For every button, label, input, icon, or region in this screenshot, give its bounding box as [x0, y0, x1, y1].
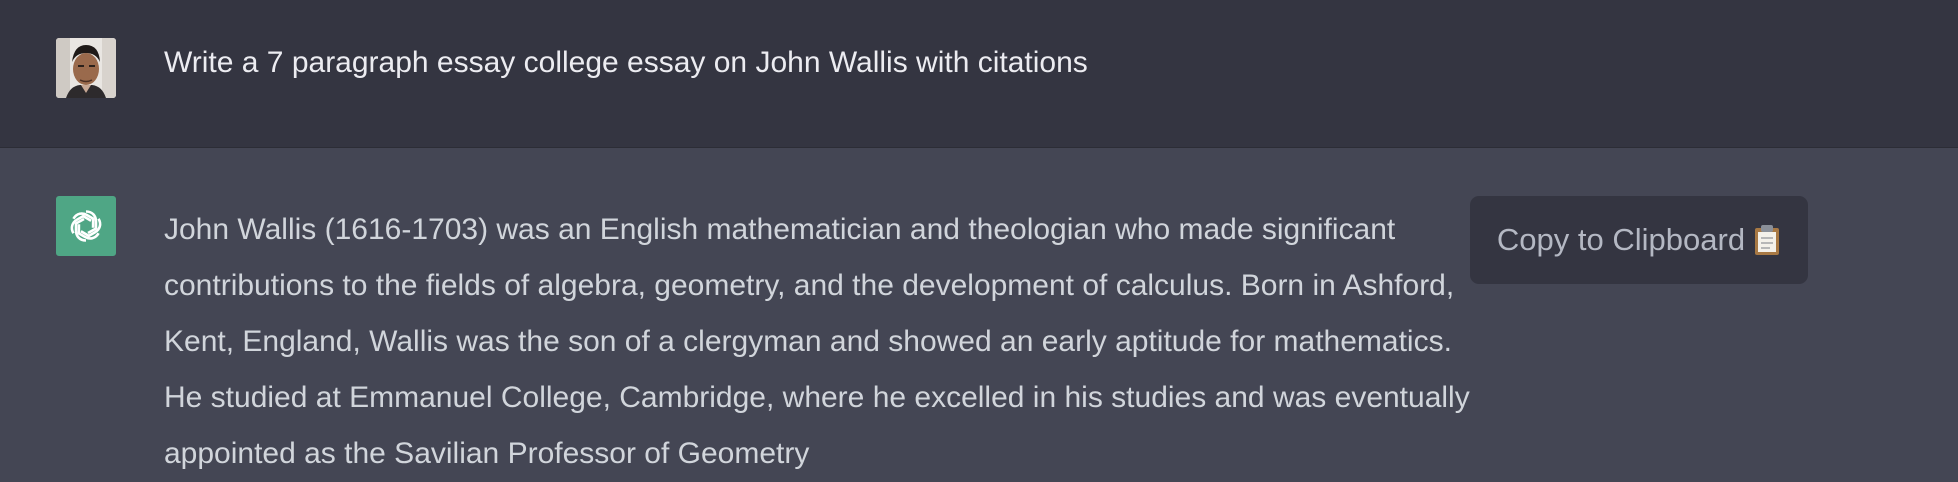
user-prompt-text: Write a 7 paragraph essay college essay …: [164, 46, 1088, 79]
openai-logo-icon: [56, 196, 116, 256]
user-message-row: Write a 7 paragraph essay college essay …: [0, 0, 1958, 148]
clipboard-icon: [1753, 224, 1781, 256]
copy-to-clipboard-button[interactable]: Copy to Clipboard: [1470, 196, 1808, 284]
assistant-message-row: John Wallis (1616-1703) was an English m…: [0, 148, 1958, 474]
user-avatar-photo: [56, 38, 116, 98]
openai-logo-icon-svg: [70, 210, 102, 242]
user-avatar: [56, 38, 116, 98]
response-paragraph: John Wallis (1616-1703) was an English m…: [164, 213, 1470, 470]
copy-button-label: Copy to Clipboard: [1496, 222, 1746, 257]
assistant-response-text: John Wallis (1616-1703) was an English m…: [164, 202, 1474, 482]
